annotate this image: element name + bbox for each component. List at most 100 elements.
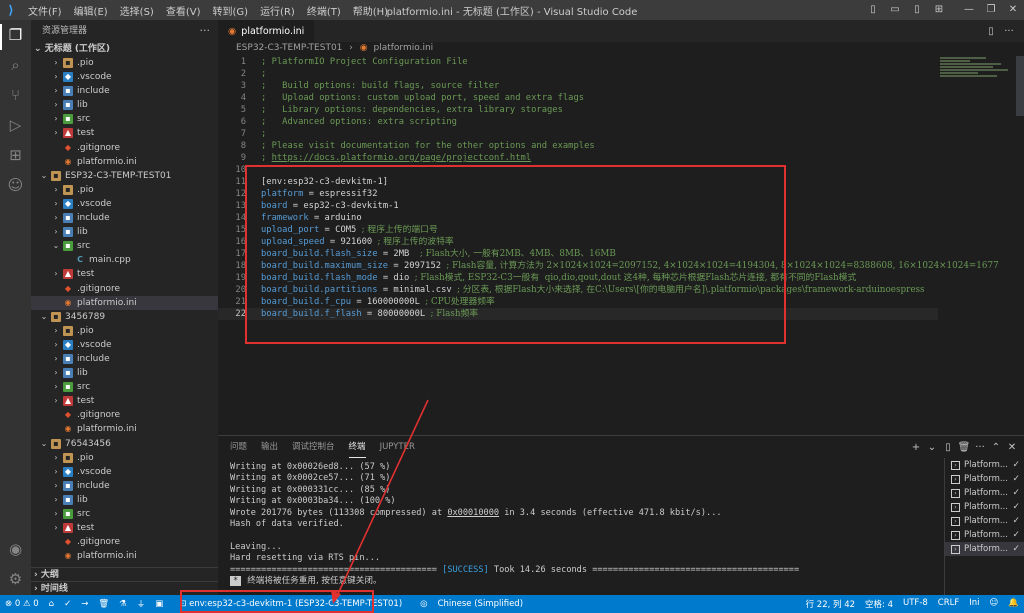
notifications-icon[interactable]: 🔔	[1003, 598, 1024, 610]
encoding[interactable]: UTF-8	[898, 598, 933, 610]
menu-item[interactable]: 文件(F)	[22, 3, 68, 18]
panel-tab[interactable]: 调试控制台	[292, 436, 335, 458]
extensions-icon[interactable]: ⊞	[4, 144, 27, 166]
code-line[interactable]: 21 board_build.f_cpu = 160000000L ; CPU处理…	[218, 296, 938, 308]
editor-scrollbar[interactable]	[1016, 56, 1024, 116]
code-line[interactable]: 12 platform = espressif32	[218, 188, 938, 200]
tree-item[interactable]: › ▲ test	[31, 126, 218, 140]
terminal-instance[interactable]: › Platform... ✓	[945, 542, 1024, 556]
panel-tab[interactable]: 输出	[261, 436, 278, 458]
tree-item[interactable]: › ▪ .pio	[31, 183, 218, 197]
code-line[interactable]: 17 board_build.flash_size = 2MB ; Flash大小…	[218, 248, 938, 260]
explorer-icon[interactable]: ❐	[4, 24, 27, 46]
tree-item[interactable]: › ◆ .vscode	[31, 338, 218, 352]
layout-toggle-panel-icon[interactable]: ▭	[884, 0, 906, 20]
tree-item[interactable]: › ▲ test	[31, 267, 218, 281]
breadcrumb-file[interactable]: platformio.ini	[374, 43, 434, 53]
tree-item[interactable]: ⌄ ▪ ESP32-C3-TEMP-TEST01	[31, 169, 218, 183]
tree-item[interactable]: ⌄ ▪ 3456789	[31, 310, 218, 324]
pio-build-icon[interactable]: ✓	[59, 599, 76, 609]
code-line[interactable]: 20 board_build.partitions = minimal.csv ;…	[218, 284, 938, 296]
language-pack-label[interactable]: Chinese (Simplified)	[433, 599, 528, 609]
source-control-icon[interactable]: ⑂	[4, 84, 27, 106]
terminal-instance[interactable]: › Platform... ✓	[945, 458, 1024, 472]
code-line[interactable]: 9; https://docs.platformio.org/page/proj…	[218, 152, 938, 164]
tree-item[interactable]: Cmain.cpp	[31, 253, 218, 267]
platformio-icon[interactable]: ☺	[4, 174, 27, 196]
tree-item[interactable]: › ▪ .pio	[31, 324, 218, 338]
minimap[interactable]	[940, 56, 1016, 96]
restore-icon[interactable]: ❐	[980, 0, 1002, 20]
language-mode[interactable]: Ini	[964, 598, 984, 610]
breadcrumb-folder[interactable]: ESP32-C3-TEMP-TEST01	[236, 43, 342, 53]
layout-toggle-secondary-icon[interactable]: ▯	[906, 0, 928, 20]
code-line[interactable]: 15 upload_port = COM5 ; 程序上传的端口号	[218, 224, 938, 236]
pio-terminal-icon[interactable]: ▣	[150, 599, 168, 609]
run-debug-icon[interactable]: ▷	[4, 114, 27, 136]
code-line[interactable]: 11 [env:esp32-c3-devkitm-1]	[218, 176, 938, 188]
minimize-icon[interactable]: —	[958, 0, 980, 20]
code-line[interactable]: 18 board_build.maximum_size = 2097152 ; F…	[218, 260, 998, 272]
more-actions-icon[interactable]: ···	[200, 20, 211, 42]
terminal-instance[interactable]: › Platform... ✓	[945, 472, 1024, 486]
problems-indicator[interactable]: ⊗ 0 ⚠ 0	[0, 599, 44, 609]
tree-item[interactable]: ◉ platformio.ini	[31, 155, 218, 169]
tab-platformio-ini[interactable]: ◉ platformio.ini	[218, 20, 315, 42]
tree-item[interactable]: › ▪ lib	[31, 366, 218, 380]
workspace-header[interactable]: ⌄ 无标题 (工作区)	[31, 42, 218, 56]
code-line[interactable]: 6 ; Advanced options: extra scripting	[218, 116, 938, 128]
panel-tab[interactable]: 问题	[230, 436, 247, 458]
code-line[interactable]: 8 ; Please visit documentation for the ot…	[218, 140, 938, 152]
tree-item[interactable]: › ◆ .vscode	[31, 70, 218, 84]
code-line[interactable]: 10	[218, 164, 938, 176]
tree-item[interactable]: › ▪ include	[31, 352, 218, 366]
pio-test-icon[interactable]: ⚗	[114, 599, 132, 609]
menu-item[interactable]: 帮助(H)	[347, 3, 394, 18]
search-icon[interactable]: ⌕	[4, 54, 27, 76]
code-line[interactable]: 16 upload_speed = 921600 ; 程序上传的波特率	[218, 236, 938, 248]
code-line[interactable]: 3 ; Build options: build flags, source fi…	[218, 80, 938, 92]
editor-more-icon[interactable]: ···	[1000, 26, 1018, 37]
tree-item[interactable]: › ▪ .pio	[31, 451, 218, 465]
pio-clean-icon[interactable]: 🗑	[93, 599, 114, 609]
feedback-icon[interactable]: ☺	[985, 598, 1004, 610]
code-line[interactable]: 4 ; Upload options: custom upload port, s…	[218, 92, 938, 104]
tree-item[interactable]: › ▪ src	[31, 112, 218, 126]
cursor-position[interactable]: 行 22, 列 42	[801, 598, 860, 610]
layout-toggle-sidebar-icon[interactable]: ▯	[862, 0, 884, 20]
split-editor-icon[interactable]: ▯	[982, 26, 1000, 37]
tree-item[interactable]: › ▲ test	[31, 394, 218, 408]
tree-item[interactable]: › ▪ include	[31, 479, 218, 493]
tree-item[interactable]: › ▪ src	[31, 507, 218, 521]
tree-item[interactable]: › ▪ .pio	[31, 56, 218, 70]
menu-item[interactable]: 转到(G)	[207, 3, 255, 18]
terminal-instance[interactable]: › Platform... ✓	[945, 500, 1024, 514]
code-line[interactable]: 19 board_build.flash_mode = dio ; Flash模式…	[218, 272, 938, 284]
settings-gear-icon[interactable]: ⚙	[4, 568, 27, 590]
code-line[interactable]: 13 board = esp32-c3-devkitm-1	[218, 200, 938, 212]
outline-section[interactable]: › 大纲	[31, 567, 218, 581]
end-of-line[interactable]: CRLF	[933, 598, 964, 610]
live-share-icon[interactable]: ◎	[415, 599, 432, 609]
pio-serial-monitor-icon[interactable]: ⏚	[132, 598, 151, 610]
terminal-instance[interactable]: › Platform... ✓	[945, 486, 1024, 500]
tree-item[interactable]: › ▪ lib	[31, 225, 218, 239]
tree-item[interactable]: › ▪ include	[31, 211, 218, 225]
tree-item[interactable]: › ▪ include	[31, 84, 218, 98]
terminal-output[interactable]: Writing at 0x00026ed8... (57 %) Writing a…	[230, 462, 940, 594]
panel-more-icon[interactable]: ···	[972, 442, 988, 453]
tree-item[interactable]: ◉ platformio.ini	[31, 422, 218, 436]
menu-item[interactable]: 选择(S)	[114, 3, 160, 18]
pio-upload-icon[interactable]: →	[76, 599, 93, 609]
new-terminal-icon[interactable]: +	[908, 442, 924, 453]
tree-item[interactable]: › ◆ .vscode	[31, 197, 218, 211]
close-icon[interactable]: ✕	[1002, 0, 1024, 20]
code-line[interactable]: 7;	[218, 128, 938, 140]
tree-item[interactable]: › ▪ lib	[31, 493, 218, 507]
kill-terminal-icon[interactable]: 🗑	[956, 442, 972, 453]
tree-item[interactable]: ⌄ ▪ 76543456	[31, 437, 218, 451]
code-editor[interactable]: 1 ; PlatformIO Project Configuration File…	[218, 56, 999, 435]
maximize-panel-icon[interactable]: ⌃	[988, 442, 1004, 453]
pio-env-switcher[interactable]: ⊡ env:esp32-c3-devkitm-1 (ESP32-C3-TEMP-…	[174, 599, 407, 609]
terminal-instance[interactable]: › Platform... ✓	[945, 528, 1024, 542]
